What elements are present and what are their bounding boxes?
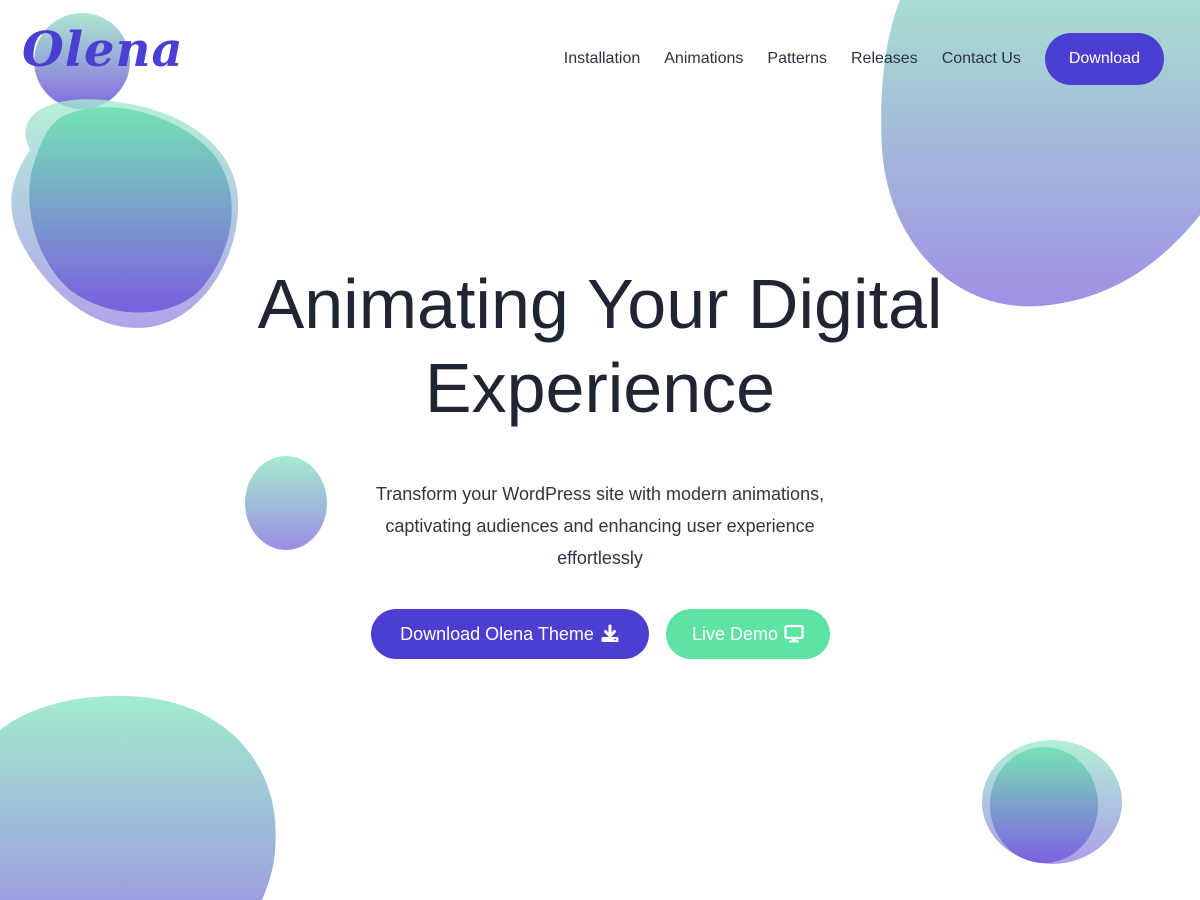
nav-item-contact-us[interactable]: Contact Us [942, 50, 1021, 68]
download-olena-theme-label: Download Olena Theme [400, 623, 594, 644]
live-demo-label: Live Demo [691, 623, 779, 644]
landing-page: Olena Installation Animations Patterns R… [0, 0, 1200, 900]
download-icon [600, 624, 620, 644]
nav-download-label: Download [1068, 50, 1140, 67]
live-demo-button[interactable]: Live Demo [666, 609, 830, 659]
hero-subtitle-line-2: captivating audiences and enhancing user… [385, 516, 815, 536]
hero-title: Animating Your Digital Experience [200, 262, 1000, 430]
site-logo[interactable]: Olena [22, 26, 184, 74]
blob-mid-left [245, 456, 327, 550]
nav-download-button[interactable]: Download [1044, 33, 1164, 85]
main-navigation: Installation Animations Patterns Release… [564, 33, 1164, 85]
decorative-blobs [0, 0, 1200, 900]
hero-subtitle-line-1: Transform your WordPress site with moder… [375, 484, 825, 504]
nav-item-animations[interactable]: Animations [664, 50, 743, 68]
blob-bottom-right-front [990, 747, 1098, 863]
nav-item-patterns[interactable]: Patterns [767, 50, 827, 68]
hero-subtitle: Transform your WordPress site with moder… [330, 478, 870, 574]
nav-item-releases[interactable]: Releases [851, 50, 918, 68]
hero-subtitle-line-3: effortlessly [557, 548, 643, 568]
nav-item-installation[interactable]: Installation [564, 50, 641, 68]
hero-title-line-2: Experience [424, 349, 776, 427]
download-olena-theme-button[interactable]: Download Olena Theme [371, 609, 649, 659]
monitor-icon [784, 624, 804, 644]
hero-title-line-1: Animating Your Digital [257, 265, 943, 343]
blob-bottom-left [0, 695, 276, 900]
